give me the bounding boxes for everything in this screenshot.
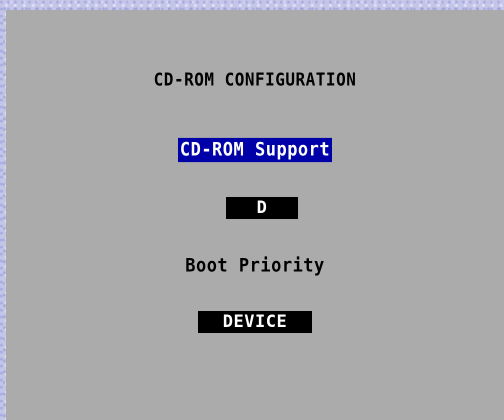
boot-priority-label: Boot Priority — [185, 255, 325, 277]
boot-priority-value[interactable]: DEVICE — [198, 311, 312, 333]
boot-priority-option[interactable]: Boot Priority — [6, 255, 504, 277]
cdrom-support-label: CD-ROM Support — [177, 137, 333, 163]
cdrom-support-option[interactable]: CD-ROM Support — [6, 137, 504, 163]
screen-title: CD-ROM CONFIGURATION — [153, 69, 357, 90]
cdrom-support-value[interactable]: D — [226, 197, 298, 219]
cdrom-config-panel: CD-ROM CONFIGURATION CD-ROM Support D Bo… — [6, 10, 504, 420]
